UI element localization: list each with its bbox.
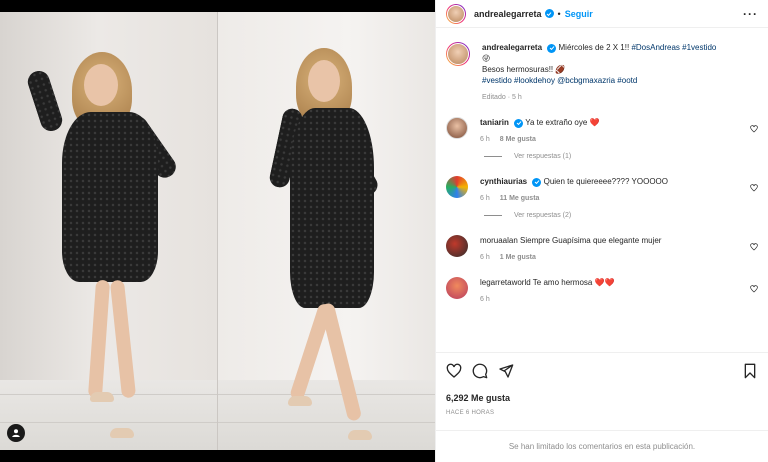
- comment-username[interactable]: cynthiaurias: [480, 177, 527, 186]
- post-photo-collage: [0, 12, 435, 450]
- posted-time[interactable]: HACE 6 HORAS: [446, 410, 758, 416]
- comments-limited-notice: Se han limitado los comentarios en esta …: [436, 430, 768, 462]
- comment-likes[interactable]: 8 Me gusta: [500, 136, 536, 143]
- verified-badge-icon: [544, 9, 554, 18]
- comment-username[interactable]: taniarin: [480, 118, 509, 127]
- comment-likes[interactable]: 1 Me gusta: [500, 254, 536, 261]
- post-actions: 6,292 Me gusta HACE 6 HORAS: [436, 352, 768, 416]
- instagram-post-modal: andrealegarreta • Seguir ··· andrealegar…: [0, 0, 768, 462]
- post-header: andrealegarreta • Seguir ···: [436, 0, 768, 28]
- comment-text: Quien te quiereeee???? YOOOOO: [543, 177, 668, 186]
- comment-time: 6 h: [480, 254, 490, 261]
- caption-username[interactable]: andrealegarreta: [482, 43, 542, 52]
- caption: andrealegarreta Miércoles de 2 X 1!! #Do…: [446, 42, 758, 103]
- separator-dot: •: [557, 8, 561, 19]
- comment-item: moruaalan Siempre Guapísima que elegante…: [446, 235, 758, 263]
- caption-emoji: 😜: [482, 54, 491, 63]
- caption-time: 5 h: [511, 94, 522, 101]
- comment-username[interactable]: moruaalan: [480, 236, 518, 245]
- commenter-avatar[interactable]: [446, 117, 468, 139]
- verified-badge-icon: [532, 177, 542, 187]
- photo-panel-right: [217, 12, 436, 450]
- comment-like-heart-icon[interactable]: [750, 125, 758, 133]
- heart-icon[interactable]: [446, 363, 462, 379]
- author-username[interactable]: andrealegarreta: [474, 9, 542, 19]
- user-tag-icon[interactable]: [7, 424, 25, 442]
- edited-label: Editado: [482, 94, 506, 101]
- comment-likes[interactable]: 11 Me gusta: [500, 195, 540, 202]
- view-replies-link[interactable]: Ver respuestas (1): [484, 153, 758, 160]
- author-avatar[interactable]: [446, 3, 466, 24]
- caption-avatar[interactable]: [446, 42, 470, 66]
- commenter-avatar[interactable]: [446, 277, 468, 299]
- comment-item: legarretaworld Te amo hermosa ❤️❤️ 6 h: [446, 277, 758, 305]
- post-media[interactable]: [0, 0, 435, 462]
- comment-time: 6 h: [480, 136, 490, 143]
- comment-icon[interactable]: [472, 363, 488, 379]
- comment-text: Siempre Guapísima que elegante mujer: [520, 236, 662, 245]
- comment-text: Te amo hermosa: [532, 278, 593, 287]
- comment-emoji: ❤️: [589, 118, 600, 127]
- follow-button[interactable]: Seguir: [565, 9, 593, 19]
- bookmark-icon[interactable]: [742, 363, 758, 379]
- view-replies-link[interactable]: Ver respuestas (2): [484, 212, 758, 219]
- comments-list[interactable]: andrealegarreta Miércoles de 2 X 1!! #Do…: [436, 36, 768, 349]
- comment-time: 6 h: [480, 296, 490, 303]
- comment-emoji: ❤️❤️: [594, 278, 615, 287]
- share-icon[interactable]: [498, 363, 514, 379]
- comment-like-heart-icon[interactable]: [750, 243, 758, 251]
- comment-text: Ya te extraño oye: [525, 118, 588, 127]
- comment-item: taniarin Ya te extraño oye ❤️ 6 h 8 Me gu…: [446, 117, 758, 145]
- comment-time: 6 h: [480, 195, 490, 202]
- caption-text: Miércoles de 2 X 1!!: [558, 43, 630, 52]
- commenter-avatar[interactable]: [446, 176, 468, 198]
- likes-count[interactable]: 6,292 Me gusta: [446, 393, 758, 403]
- photo-panel-left: [0, 12, 218, 450]
- comment-username[interactable]: legarretaworld: [480, 278, 531, 287]
- verified-badge-icon: [514, 118, 524, 128]
- woman-figure-right: [218, 12, 436, 450]
- comment-item: cynthiaurias Quien te quiereeee???? YOOO…: [446, 176, 758, 204]
- caption-line2: Besos hermosuras!! 🏈: [482, 65, 566, 74]
- comment-like-heart-icon[interactable]: [750, 285, 758, 293]
- commenter-avatar[interactable]: [446, 235, 468, 257]
- post-side-panel: andrealegarreta • Seguir ··· andrealegar…: [435, 0, 768, 462]
- verified-badge-icon: [547, 43, 557, 53]
- caption-hashtags-1[interactable]: #DosAndreas #1vestido: [631, 43, 716, 52]
- woman-figure-left: [0, 12, 217, 450]
- more-options-button[interactable]: ···: [743, 7, 758, 21]
- comment-like-heart-icon[interactable]: [750, 184, 758, 192]
- caption-hashtags-2[interactable]: #vestido #lookdehoy @bcbgmaxazria #ootd: [482, 76, 637, 85]
